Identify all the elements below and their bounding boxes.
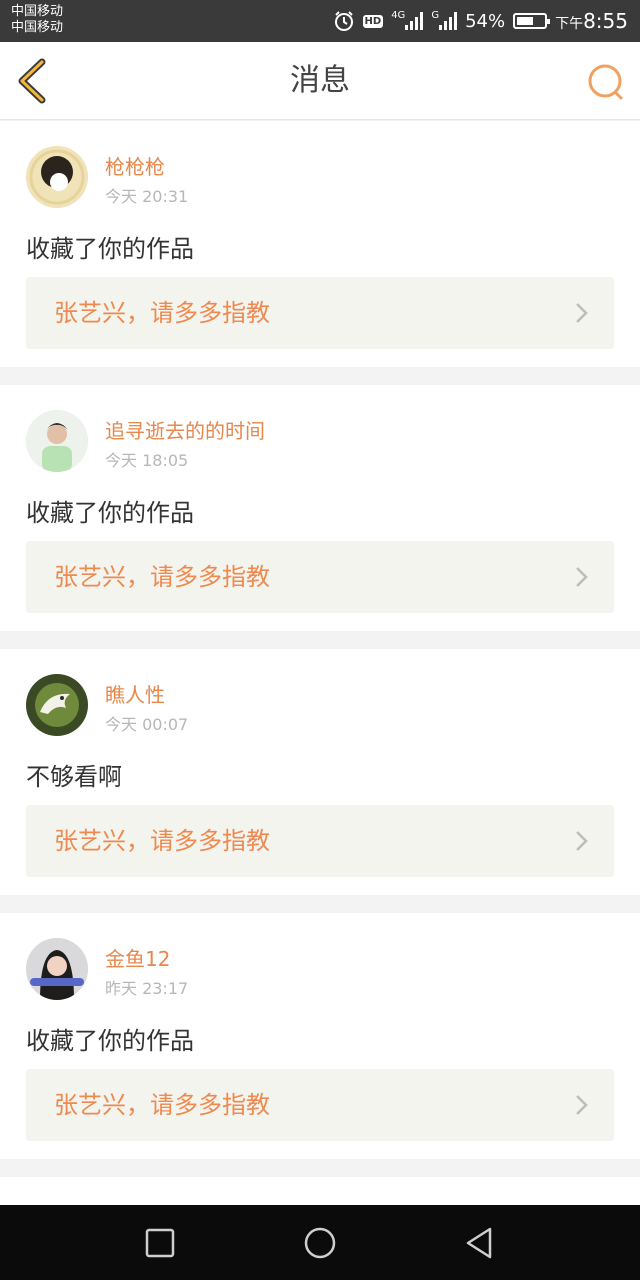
timestamp: 今天 20:31 [105,187,189,206]
battery-icon [513,13,551,29]
username[interactable]: 枪枪枪 [105,151,165,180]
work-title: 张艺兴，请多多指教 [54,827,270,855]
message-card: 追寻逝去的的时间 今天 18:05 收藏了你的作品 张艺兴，请多多指教 [0,385,640,631]
work-title: 张艺兴，请多多指教 [54,563,270,591]
hd-icon: HD [362,14,384,28]
work-link[interactable]: 张艺兴，请多多指教 [26,277,614,349]
message-card: 瞧人性 今天 00:07 不够看啊 张艺兴，请多多指教 [0,649,640,895]
message-text: 收藏了你的作品 [26,235,194,263]
system-back-button[interactable] [460,1223,500,1263]
timestamp: 今天 00:07 [105,715,189,734]
avatar[interactable] [26,674,88,736]
search-button[interactable] [586,62,626,102]
message-text: 不够看啊 [26,763,122,791]
carrier-info: 中国移动 中国移动 [11,4,63,36]
avatar[interactable] [26,410,88,472]
chevron-right-icon [576,567,588,587]
chevron-right-icon [576,1095,588,1115]
recent-apps-button[interactable] [140,1223,180,1263]
battery-percent: 54% [465,10,506,32]
system-nav-bar [0,1205,640,1280]
avatar[interactable] [26,938,88,1000]
message-text: 收藏了你的作品 [26,1027,194,1055]
message-card-partial [0,1177,640,1205]
page-title: 消息 [290,63,350,98]
clock: 下午8:55 [555,9,628,33]
alarm-icon [333,10,355,32]
home-button[interactable] [300,1223,340,1263]
username[interactable]: 瞧人性 [105,679,165,708]
work-link[interactable]: 张艺兴，请多多指教 [26,805,614,877]
carrier-2: 中国移动 [11,20,64,35]
search-icon [588,64,623,100]
back-icon [466,1227,492,1259]
message-card: 金鱼12 昨天 23:17 收藏了你的作品 张艺兴，请多多指教 [0,913,640,1159]
recent-apps-icon [145,1228,175,1258]
chevron-right-icon [576,303,588,323]
avatar[interactable] [26,146,88,208]
work-link[interactable]: 张艺兴，请多多指教 [26,541,614,613]
status-icons: HD 4G G 54% 下午8:55 [333,0,628,42]
message-card: 枪枪枪 今天 20:31 收藏了你的作品 张艺兴，请多多指教 [0,121,640,367]
home-icon [304,1227,336,1259]
message-text: 收藏了你的作品 [26,499,194,527]
carrier-1: 中国移动 [11,4,64,19]
work-title: 张艺兴，请多多指教 [54,299,270,327]
chevron-right-icon [576,831,588,851]
status-bar: 中国移动 中国移动 HD 4G G 54% 下午8:55 [0,0,640,42]
4g-signal-icon: 4G [391,10,424,30]
work-title: 张艺兴，请多多指教 [54,1091,270,1119]
app-header: 消息 [0,42,640,120]
work-link[interactable]: 张艺兴，请多多指教 [26,1069,614,1141]
timestamp: 今天 18:05 [105,451,189,470]
g-signal-icon: G [431,10,458,30]
username[interactable]: 追寻逝去的的时间 [105,415,265,444]
username[interactable]: 金鱼12 [105,943,170,972]
timestamp: 昨天 23:17 [105,979,189,998]
message-list[interactable]: 枪枪枪 今天 20:31 收藏了你的作品 张艺兴，请多多指教 追寻逝去的的时间 … [0,121,640,1205]
